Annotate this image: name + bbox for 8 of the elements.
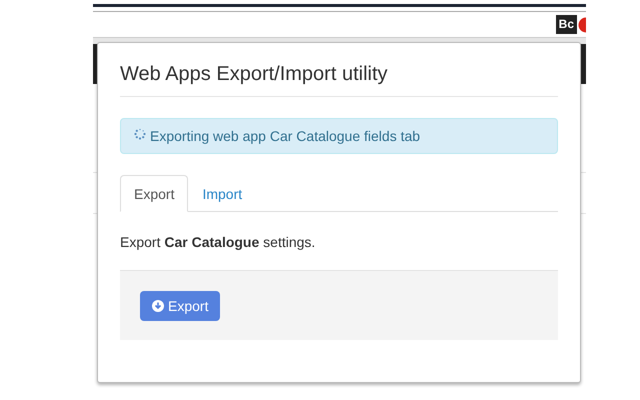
popup-title: Web Apps Export/Import utility <box>120 63 558 97</box>
alert-text: Exporting web app Car Catalogue fields tab <box>150 128 420 144</box>
extension-icon[interactable]: Bc <box>556 15 577 34</box>
export-button[interactable]: Export <box>140 290 220 320</box>
download-icon <box>152 300 164 312</box>
description-text: Export Car Catalogue settings. <box>120 234 316 250</box>
tab[interactable]: Import <box>188 175 256 212</box>
tab[interactable]: Export <box>120 175 188 212</box>
